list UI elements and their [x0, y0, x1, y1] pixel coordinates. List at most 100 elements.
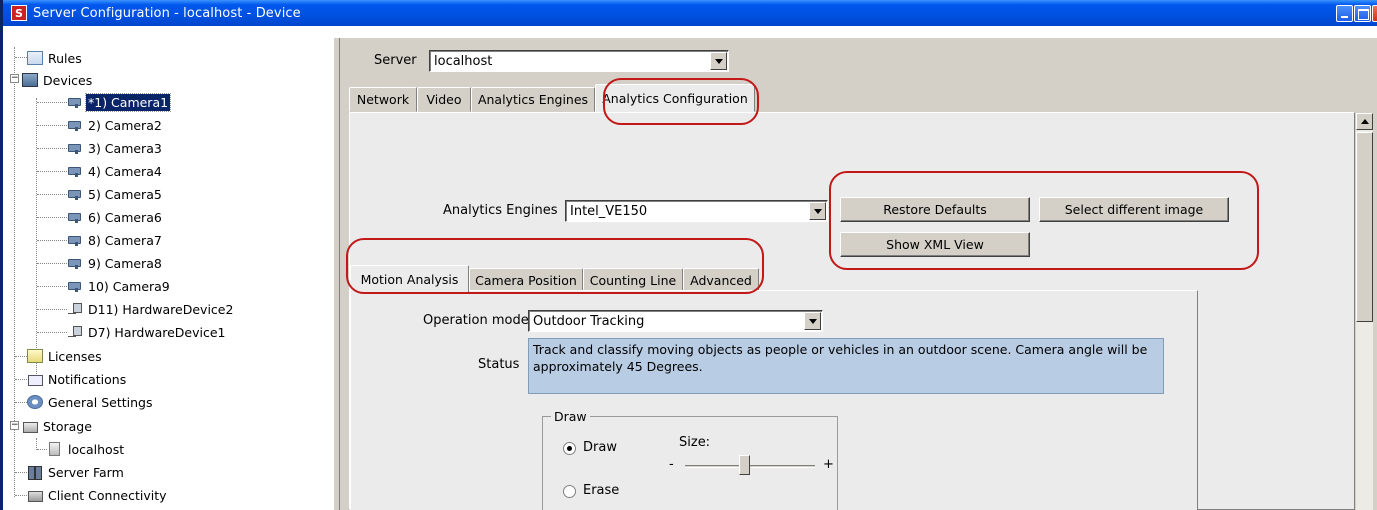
analytics-engines-label: Analytics Engines	[443, 203, 558, 218]
tree-item-label: Server Farm	[48, 464, 124, 480]
draw-groupbox: Draw Draw Erase Size: - +	[542, 409, 838, 510]
analytics-engines-select[interactable]: Intel_VE150	[565, 200, 828, 222]
window-title: Server Configuration - localhost - Devic…	[33, 5, 301, 21]
scrollbar-thumb[interactable]	[1356, 132, 1373, 322]
hardware-device-icon	[67, 325, 83, 339]
server-configuration-window: S Server Configuration - localhost - Dev…	[0, 0, 1377, 510]
camera-icon	[67, 210, 83, 224]
close-button[interactable]	[1372, 5, 1377, 22]
minimize-button[interactable]	[1336, 5, 1353, 22]
tree-item-camera7[interactable]: 8) Camera7	[67, 230, 164, 250]
chevron-down-icon[interactable]	[809, 202, 826, 220]
tree-item-label: D11) HardwareDevice2	[88, 301, 234, 317]
tree-item-localhost[interactable]: localhost	[49, 439, 126, 459]
tree-item-camera8[interactable]: 9) Camera8	[67, 253, 164, 273]
tree-item-camera4[interactable]: 4) Camera4	[67, 161, 164, 181]
device-config-panel: Server localhost Network Video Analytics…	[340, 38, 1377, 510]
tree-item-label: 2) Camera2	[88, 117, 162, 133]
select-different-image-button[interactable]: Select different image	[1039, 197, 1229, 222]
tree-item-camera1[interactable]: *1) Camera1	[67, 92, 172, 112]
collapse-devices-icon[interactable]: −	[10, 74, 19, 83]
tree-item-camera2[interactable]: 2) Camera2	[67, 115, 164, 135]
tree-item-notifications[interactable]: Notifications	[27, 369, 128, 389]
subtab-motion-analysis[interactable]: Motion Analysis	[350, 265, 469, 293]
tree-item-label: Client Connectivity	[48, 487, 167, 503]
tree-item-label: 5) Camera5	[88, 186, 162, 202]
maximize-button[interactable]	[1354, 5, 1371, 22]
tree-connector	[15, 57, 27, 58]
tree-item-camera5[interactable]: 5) Camera5	[67, 184, 164, 204]
camera-icon	[67, 279, 83, 293]
panel-splitter[interactable]	[333, 38, 340, 510]
server-select[interactable]: localhost	[429, 50, 729, 72]
notifications-icon	[27, 372, 43, 386]
tab-label: Video	[426, 92, 462, 107]
tree-item-label: 4) Camera4	[88, 163, 162, 179]
operation-mode-select[interactable]: Outdoor Tracking	[528, 310, 823, 332]
chevron-down-icon[interactable]	[804, 312, 821, 330]
chevron-down-icon[interactable]	[710, 52, 727, 70]
tree-connector	[15, 402, 27, 403]
tree-connector	[37, 449, 47, 450]
host-icon	[49, 442, 60, 456]
tree-item-general-settings[interactable]: General Settings	[27, 392, 155, 412]
tab-analytics-configuration[interactable]: Analytics Configuration	[595, 84, 755, 112]
tree-item-hardware-device1[interactable]: D7) HardwareDevice1	[67, 322, 227, 342]
tree-item-label: 10) Camera9	[88, 278, 170, 294]
tree-connector	[37, 102, 67, 103]
tree-item-label: D7) HardwareDevice1	[88, 324, 226, 340]
draw-radio[interactable]	[563, 442, 576, 455]
devices-icon	[22, 73, 38, 87]
tree-item-label: Devices	[43, 72, 93, 88]
analytics-engines-value: Intel_VE150	[570, 204, 648, 219]
erase-radio[interactable]	[563, 485, 576, 498]
general-settings-icon	[27, 395, 43, 409]
server-farm-icon	[27, 465, 43, 480]
collapse-storage-icon[interactable]: −	[10, 421, 19, 430]
scroll-up-icon[interactable]	[1356, 113, 1373, 130]
tree-item-storage[interactable]: Storage	[22, 416, 94, 436]
size-slider-thumb[interactable]	[739, 455, 750, 475]
size-slider-track[interactable]	[685, 465, 815, 468]
tab-network[interactable]: Network	[349, 87, 417, 112]
tab-label: Counting Line	[589, 273, 677, 288]
tree-item-camera9[interactable]: 10) Camera9	[67, 276, 172, 296]
tree-item-rules[interactable]: Rules	[27, 48, 84, 68]
tree-item-hardware-device2[interactable]: D11) HardwareDevice2	[67, 299, 235, 319]
tree-connector	[15, 356, 27, 357]
erase-radio-label: Erase	[583, 483, 620, 498]
status-textarea[interactable]: Track and classify moving objects as peo…	[528, 338, 1164, 394]
tree-item-label: 6) Camera6	[88, 209, 162, 225]
tree-item-camera6[interactable]: 6) Camera6	[67, 207, 164, 227]
tree-connector	[37, 171, 67, 172]
camera-icon	[67, 187, 83, 201]
tree-item-devices[interactable]: Devices	[22, 70, 94, 90]
tree-item-server-farm[interactable]: Server Farm	[27, 462, 126, 482]
status-label: Status	[478, 357, 520, 372]
tree-item-client-connectivity[interactable]: Client Connectivity	[27, 485, 169, 505]
tree-item-camera3[interactable]: 3) Camera3	[67, 138, 164, 158]
tree-item-label: Notifications	[48, 371, 127, 387]
tree-item-label: 3) Camera3	[88, 140, 162, 156]
show-xml-view-button[interactable]: Show XML View	[840, 232, 1030, 257]
operation-mode-value: Outdoor Tracking	[533, 314, 645, 329]
tree-item-licenses[interactable]: Licenses	[27, 346, 104, 366]
server-label: Server	[374, 53, 417, 68]
storage-icon	[22, 419, 38, 433]
analytics-configuration-content: Analytics Engines Intel_VE150 Restore De…	[349, 112, 1355, 510]
tree-item-label: Licenses	[48, 348, 102, 364]
vertical-scrollbar[interactable]	[1356, 113, 1373, 510]
tab-label: Camera Position	[475, 273, 577, 288]
tree-connector	[15, 379, 27, 380]
tree-connector	[37, 332, 67, 333]
tab-analytics-engines[interactable]: Analytics Engines	[471, 87, 595, 112]
tab-label: Analytics Configuration	[602, 90, 748, 106]
client-connectivity-icon	[27, 488, 43, 502]
tab-video[interactable]: Video	[417, 87, 471, 112]
camera-icon	[67, 164, 83, 178]
tree-connector	[37, 286, 67, 287]
tree-connector	[37, 263, 67, 264]
restore-defaults-button[interactable]: Restore Defaults	[840, 197, 1030, 222]
camera-icon	[67, 95, 83, 109]
tree-connector	[37, 217, 67, 218]
